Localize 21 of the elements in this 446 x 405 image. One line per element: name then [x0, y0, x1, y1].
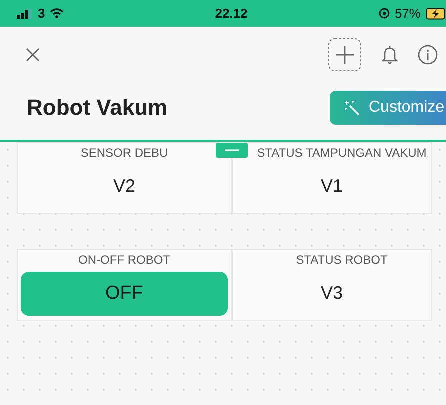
value-display: V2	[113, 176, 136, 197]
bell-icon[interactable]	[382, 46, 398, 64]
battery-percent: 57%	[394, 6, 421, 21]
toggle-button[interactable]: OFF	[21, 272, 228, 316]
page-title: Robot Vakum	[27, 95, 168, 121]
value-display: V3	[320, 283, 344, 304]
widget-title: STATUS TAMPUNGAN VAKUM	[256, 146, 427, 160]
wifi-icon	[50, 8, 64, 19]
add-widget-icon[interactable]	[328, 38, 362, 72]
battery-charging-icon	[426, 8, 446, 20]
carrier-text: 3	[38, 6, 46, 21]
widget-title: STATUS ROBOT	[295, 253, 388, 267]
alarm-icon	[378, 8, 390, 19]
signal-icon	[17, 8, 33, 18]
close-icon[interactable]	[26, 48, 40, 62]
widget-title: SENSOR DEBU	[80, 146, 168, 160]
widget-title: ON-OFF ROBOT	[78, 253, 170, 267]
value-display: V1	[320, 176, 344, 197]
magic-wand-icon	[344, 100, 360, 116]
info-icon[interactable]	[418, 45, 438, 65]
clock-text: 22.12	[215, 6, 248, 21]
